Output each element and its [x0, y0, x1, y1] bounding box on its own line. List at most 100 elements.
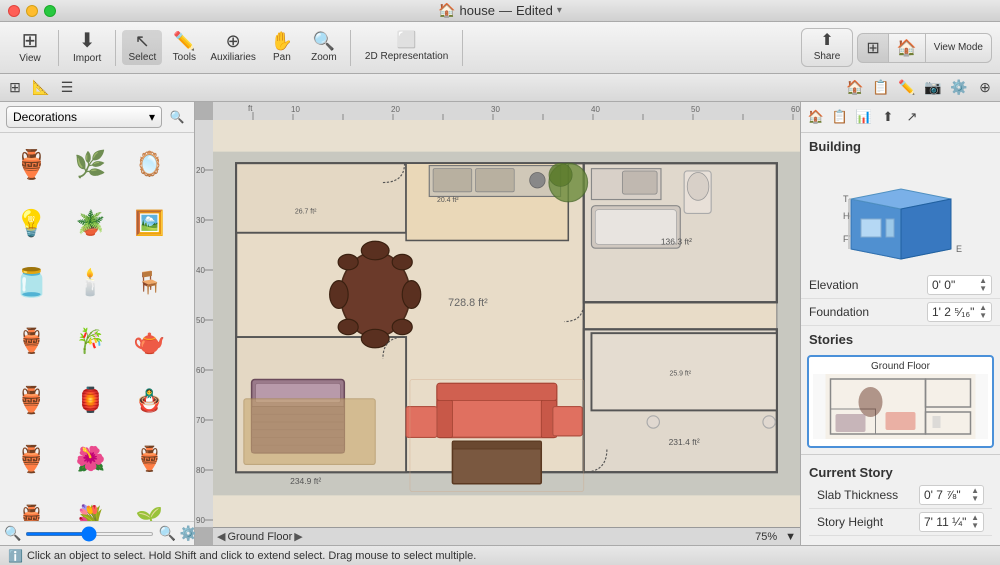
tb2-right2[interactable]: 📋: [870, 77, 892, 99]
slab-stepper[interactable]: ▲ ▼: [971, 487, 979, 503]
deco-item-orn1[interactable]: 🏺: [4, 491, 59, 521]
deco-row-1: 🏺 🌿 🪞: [4, 137, 190, 192]
rpt-btn2[interactable]: 📋: [829, 106, 851, 128]
share-icon: ⬆: [820, 33, 833, 49]
zoom-out-icon[interactable]: 🔍: [4, 525, 21, 542]
search-button[interactable]: 🔍: [166, 106, 188, 128]
view-mode-3d[interactable]: 🏠: [889, 34, 926, 62]
share-button[interactable]: ⬆ Share: [801, 28, 854, 67]
svg-text:25.9 ft²: 25.9 ft²: [669, 371, 691, 378]
deco-item-stool1[interactable]: 🪑: [122, 255, 177, 310]
floor-selector[interactable]: ◀ Ground Floor ▶: [217, 530, 303, 543]
tb2-right4[interactable]: 📷: [922, 77, 944, 99]
deco-item-mirror1[interactable]: 🪞: [122, 137, 177, 192]
floor-plan[interactable]: 20.4 ft² 728.8 ft²: [213, 120, 800, 527]
deco-item-flower2[interactable]: 🌺: [63, 432, 118, 487]
view-mode-label[interactable]: View Mode: [926, 38, 991, 57]
chevron-icon[interactable]: ▾: [557, 5, 562, 16]
tb2-btn1[interactable]: ⊞: [4, 77, 26, 99]
tb2-right3[interactable]: ✏️: [896, 77, 918, 99]
select-tool[interactable]: ↖ Select: [122, 30, 162, 65]
tools-tool[interactable]: ✏️ Tools: [164, 30, 204, 65]
window-title: 🏠 house — Edited ▾: [438, 2, 562, 19]
representation-tool[interactable]: ⬜ 2D Representation: [357, 29, 456, 66]
svg-text:30: 30: [491, 105, 500, 114]
svg-text:20.4 ft²: 20.4 ft²: [437, 197, 459, 204]
deco-item-vase3[interactable]: 🫖: [122, 314, 177, 369]
auxiliaries-label: Auxiliaries: [210, 52, 256, 63]
deco-item-spr1[interactable]: 💐: [63, 491, 118, 521]
rpt-btn3[interactable]: 📊: [853, 106, 875, 128]
close-button[interactable]: [8, 5, 20, 17]
elevation-stepper[interactable]: ▲ ▼: [979, 277, 987, 293]
deco-item-jar1[interactable]: 🏺: [4, 373, 59, 428]
tb2-right6[interactable]: ⊕: [974, 77, 996, 99]
stories-title: Stories: [801, 326, 1000, 349]
tb2-btn2[interactable]: 📐: [30, 77, 52, 99]
dropdown-arrow: ▾: [149, 110, 155, 124]
foundation-text: 1' 2 ⁵∕₁₆": [932, 305, 974, 319]
svg-text:T: T: [843, 194, 849, 204]
share-area: ⬆ Share ⊞ 🏠 View Mode: [801, 28, 992, 67]
deco-item-lamp1[interactable]: 💡: [4, 196, 59, 251]
3d-icon: 🏠: [897, 38, 917, 58]
stories-section: Ground Floor: [801, 349, 1000, 454]
zoom-tool[interactable]: 🔍 Zoom: [304, 30, 344, 65]
deco-item-bamboo1[interactable]: 🎋: [63, 314, 118, 369]
deco-item-bouquet1[interactable]: 🏺: [122, 432, 177, 487]
view-mode-2d[interactable]: ⊞: [858, 34, 888, 62]
maximize-button[interactable]: [44, 5, 56, 17]
deco-item-fig1[interactable]: 🌱: [122, 491, 177, 521]
floor-next[interactable]: ▶: [294, 530, 302, 543]
deco-item-vase2[interactable]: 🫙: [4, 255, 59, 310]
foundation-stepper[interactable]: ▲ ▼: [979, 304, 987, 320]
status-message: Click an object to select. Hold Shift an…: [27, 550, 476, 562]
deco-item-deco1[interactable]: 🪆: [122, 373, 177, 428]
deco-item-plant1[interactable]: 🌿: [63, 137, 118, 192]
canvas-area[interactable]: ft 10 20 30 40 50 6: [195, 102, 800, 545]
deco-row-3: 🫙 🕯️ 🪑: [4, 255, 190, 310]
story-height-down[interactable]: ▼: [971, 522, 979, 530]
rpt-btn5[interactable]: ↗: [901, 106, 923, 128]
sep4: [462, 30, 463, 66]
story-height-value[interactable]: 7' 11 ¼" ▲ ▼: [919, 512, 984, 532]
floor-prev[interactable]: ◀: [217, 530, 225, 543]
rpt-btn1[interactable]: 🏠: [805, 106, 827, 128]
zoom-down-arrow[interactable]: ▼: [785, 531, 796, 543]
foundation-down[interactable]: ▼: [979, 312, 987, 320]
tb2-btn3[interactable]: ☰: [56, 77, 78, 99]
minimize-button[interactable]: [26, 5, 38, 17]
svg-text:136.3 ft²: 136.3 ft²: [661, 236, 692, 246]
rpt-btn4[interactable]: ⬆: [877, 106, 899, 128]
elevation-value[interactable]: 0' 0" ▲ ▼: [927, 275, 992, 295]
tb2-right1[interactable]: 🏠: [844, 77, 866, 99]
slab-thickness-value[interactable]: 0' 7 ⅞" ▲ ▼: [919, 485, 984, 505]
category-dropdown[interactable]: Decorations ▾: [6, 106, 162, 128]
elevation-down[interactable]: ▼: [979, 285, 987, 293]
deco-row-7: 🏺 💐 🌱: [4, 491, 190, 521]
story-height-stepper[interactable]: ▲ ▼: [971, 514, 979, 530]
tb2-right5[interactable]: ⚙️: [948, 77, 970, 99]
import-tool[interactable]: ⬇ Import: [65, 27, 109, 68]
svg-text:10: 10: [291, 105, 300, 114]
deco-item-vase1[interactable]: 🏺: [4, 137, 59, 192]
import-label: Import: [73, 53, 101, 64]
foundation-value[interactable]: 1' 2 ⁵∕₁₆" ▲ ▼: [927, 302, 992, 322]
zoom-in-icon[interactable]: 🔍: [158, 525, 175, 542]
ground-floor-thumbnail[interactable]: Ground Floor: [807, 355, 994, 448]
deco-item-candle1[interactable]: 🕯️: [63, 255, 118, 310]
deco-item-plant2[interactable]: 🪴: [63, 196, 118, 251]
window-controls[interactable]: [8, 5, 56, 17]
deco-item-beads1[interactable]: 🏺: [4, 314, 59, 369]
deco-item-pot1[interactable]: 🏺: [4, 432, 59, 487]
title-subtitle: Edited: [516, 3, 553, 18]
deco-item-art1[interactable]: 🖼️: [122, 196, 177, 251]
zoom-slider[interactable]: [25, 532, 154, 536]
svg-text:728.8 ft²: 728.8 ft²: [448, 297, 488, 309]
slab-down[interactable]: ▼: [971, 495, 979, 503]
view-tool[interactable]: ⊞ View: [8, 27, 52, 68]
auxiliaries-tool[interactable]: ⊕ Auxiliaries: [206, 30, 260, 65]
deco-item-lantern1[interactable]: 🏮: [63, 373, 118, 428]
elevation-label: Elevation: [809, 278, 927, 292]
pan-tool[interactable]: ✋ Pan: [262, 30, 302, 65]
